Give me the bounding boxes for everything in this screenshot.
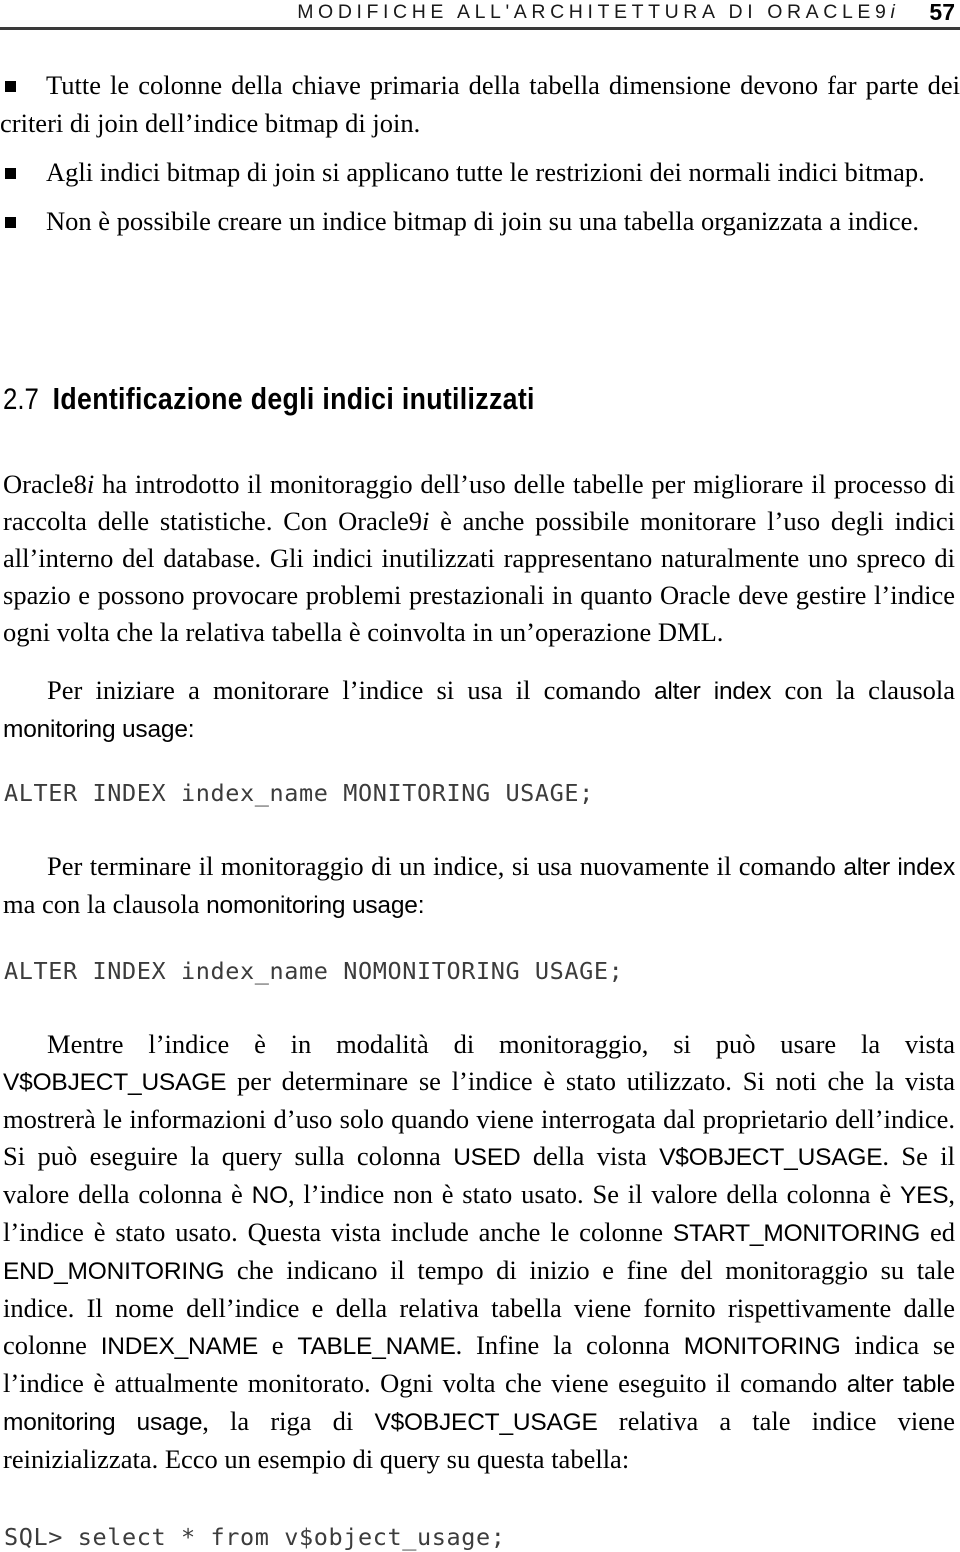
inline-code-no: NO	[251, 1182, 289, 1209]
paragraph-oracle-monitoring: Oracle8i ha introdotto il monitoraggio d…	[3, 466, 955, 651]
text-run: della vista	[520, 1141, 660, 1171]
inline-code-alter-index: alter index	[653, 678, 772, 705]
section-number: 2.7	[3, 383, 39, 416]
running-head-title: MODIFICHE ALL'ARCHITETTURA DI ORACLE9i	[297, 0, 899, 24]
text-run: :	[187, 716, 195, 743]
list-item: Agli indici bitmap di join si applicano …	[0, 153, 960, 191]
inline-code-table-name: TABLE_NAME	[297, 1333, 456, 1360]
inline-code-used: USED	[453, 1144, 521, 1171]
code-block-sql-query: SQL> select * from v$object_usage;	[4, 1523, 506, 1551]
inline-code-nomonitoring-usage: nomonitoring usage	[206, 892, 418, 919]
list-item: Non è possibile creare un indice bitmap …	[0, 202, 960, 240]
paragraph-start-monitoring: Per iniziare a monitorare l’indice si us…	[3, 672, 955, 748]
text-run: , l’indice non è stato usato. Se il valo…	[287, 1179, 900, 1209]
list-item: Tutte le colonne della chiave primaria d…	[0, 66, 960, 142]
square-bullet-icon	[5, 168, 16, 179]
text-run: con la clausola	[771, 675, 956, 705]
inline-code-monitoring-usage: monitoring usage	[3, 716, 188, 743]
text-run: . Infine la colonna	[455, 1330, 684, 1360]
text-run: Per iniziare a monitorare l’indice si us…	[47, 675, 654, 705]
text-run: :	[417, 892, 425, 919]
square-bullet-icon	[5, 81, 16, 92]
bullet-list: Tutte le colonne della chiave primaria d…	[0, 66, 960, 251]
header-divider-rule	[0, 27, 960, 30]
inline-code-vobject-usage: V$OBJECT_USAGE	[374, 1409, 598, 1436]
paragraph-vobject-usage: Mentre l’indice è in modalità di monitor…	[3, 1026, 955, 1478]
document-page: MODIFICHE ALL'ARCHITETTURA DI ORACLE9i 5…	[0, 0, 960, 1552]
inline-code-end-monitoring: END_MONITORING	[3, 1258, 225, 1285]
list-item-text: Non è possibile creare un indice bitmap …	[46, 206, 919, 236]
list-item-text: Tutte le colonne della chiave primaria d…	[0, 70, 960, 138]
section-title: Identificazione degli indici inutilizzat…	[52, 381, 535, 416]
list-item-text: Agli indici bitmap di join si applicano …	[46, 157, 925, 187]
running-head-title-text: MODIFICHE ALL'ARCHITETTURA DI ORACLE9	[297, 1, 891, 23]
text-run: Per terminare il monitoraggio di un indi…	[47, 851, 844, 881]
running-head-title-italic-i: i	[890, 1, 900, 23]
code-block-nomonitoring-usage: ALTER INDEX index_name NOMONITORING USAG…	[4, 957, 624, 985]
square-bullet-icon	[5, 217, 16, 228]
text-run: ed	[920, 1217, 955, 1247]
paragraph-stop-monitoring: Per terminare il monitoraggio di un indi…	[3, 848, 955, 924]
inline-code-yes: YES	[899, 1182, 949, 1209]
inline-code-start-monitoring: START_MONITORING	[672, 1220, 921, 1247]
page-number: 57	[929, 0, 955, 25]
text-run: Oracle8	[3, 469, 87, 499]
inline-code-alter-index: alter index	[843, 854, 955, 881]
inline-code-vobject-usage: V$OBJECT_USAGE	[659, 1144, 883, 1171]
text-run: ma con la clausola	[3, 889, 207, 919]
section-heading: 2.7 Identificazione degli indici inutiliz…	[3, 380, 811, 419]
inline-code-index-name: INDEX_NAME	[100, 1333, 258, 1360]
inline-code-monitoring: MONITORING	[683, 1333, 841, 1360]
text-run: e	[258, 1330, 298, 1360]
code-block-monitoring-usage: ALTER INDEX index_name MONITORING USAGE;	[4, 779, 594, 807]
text-run: , la riga di	[202, 1406, 375, 1436]
inline-code-vobject-usage: V$OBJECT_USAGE	[3, 1069, 227, 1096]
text-run: Mentre l’indice è in modalità di monitor…	[47, 1029, 955, 1059]
